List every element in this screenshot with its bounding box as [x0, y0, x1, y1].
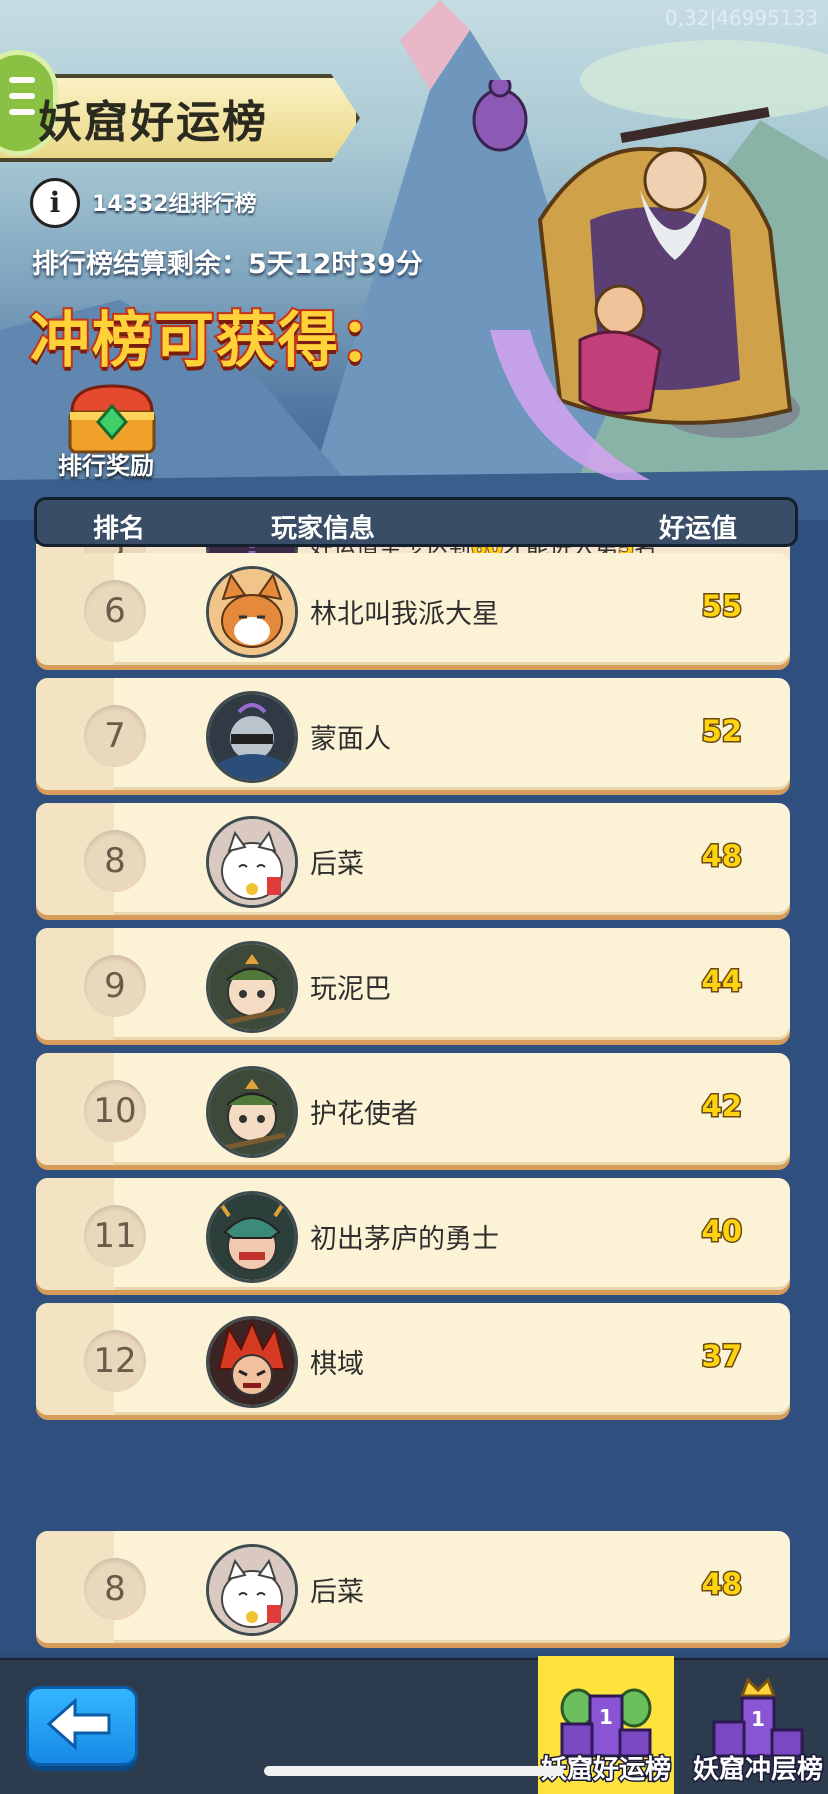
rank-badge: 10 [84, 1080, 146, 1142]
crowned-hero-icon [209, 1069, 295, 1155]
svg-text:1: 1 [751, 1707, 765, 1731]
dragon-helm-icon [209, 1194, 295, 1280]
countdown-text: 排行榜结算剩余：5天12时39分 [32, 249, 423, 280]
rank-badge: 11 [84, 1205, 146, 1267]
tab-label: 妖窟冲层榜 [691, 1754, 824, 1787]
rank-badge: 12 [84, 1330, 146, 1392]
corgi-icon [209, 569, 295, 655]
crowned-hero-icon [209, 944, 295, 1030]
ranking-row[interactable]: 6 林北叫我派大星 55 [36, 553, 790, 665]
ranking-row[interactable]: 11 初出茅庐的勇士 40 [36, 1178, 790, 1290]
lucky-cat-avatar[interactable] [206, 816, 298, 908]
menu-icon-line [9, 109, 35, 115]
rank-column-header: 排名 [93, 514, 146, 544]
ranking-row[interactable]: 12 棋域 37 [36, 1303, 790, 1415]
masked-warrior-icon [209, 694, 295, 780]
player-name: 林北叫我派大星 [310, 599, 499, 630]
ranking-row[interactable]: 8 后菜 48 [36, 803, 790, 915]
menu-icon [9, 77, 35, 83]
event-banner: 0,32|46995133 妖窟好运榜 i 14332组排行榜 排行榜结算剩余：… [0, 0, 828, 520]
my-rank-row[interactable]: 8 后菜 48 [36, 1531, 790, 1643]
player-luck-score: 40 [700, 1213, 743, 1250]
ranking-row[interactable]: 9 玩泥巴 44 [36, 928, 790, 1040]
group-label: 14332组排行榜 [92, 192, 257, 217]
page-title: 妖窟好运榜 [38, 97, 268, 148]
luck-column-header: 好运值 [659, 514, 738, 544]
player-name: 棋域 [310, 1349, 364, 1380]
player-name: 玩泥巴 [310, 974, 391, 1005]
rank-badge: 7 [84, 705, 146, 767]
info-icon[interactable]: i [30, 178, 80, 228]
back-arrow-icon [46, 1697, 111, 1751]
player-luck-score: 37 [700, 1338, 743, 1375]
crowned-hero-avatar[interactable] [206, 1066, 298, 1158]
crowned-hero-avatar[interactable] [206, 941, 298, 1033]
player-name: 后菜 [310, 849, 364, 880]
ranking-row[interactable]: 10 护花使者 42 [36, 1053, 790, 1165]
lucky-cat-icon [209, 819, 295, 905]
menu-icon-line [9, 93, 35, 99]
debug-overlay: 0,32|46995133 [664, 6, 818, 30]
player-luck-score: 48 [700, 838, 743, 875]
lucky-cat-icon [209, 1547, 295, 1633]
fire-demon-avatar[interactable] [206, 1316, 298, 1408]
player-name: 初出茅庐的勇士 [310, 1224, 499, 1255]
player-luck-score: 44 [700, 963, 743, 1000]
rank-badge: 6 [84, 580, 146, 642]
player-luck-score: 52 [700, 713, 743, 750]
tab-floor-ranking[interactable]: 1 妖窟冲层榜 [690, 1656, 826, 1794]
masked-warrior-avatar[interactable] [206, 691, 298, 783]
rank-badge: 9 [84, 955, 146, 1017]
player-name: 护花使者 [310, 1099, 418, 1130]
player-column-header: 玩家信息 [271, 514, 376, 544]
player-name: 后菜 [310, 1577, 364, 1608]
rank-badge: 8 [84, 830, 146, 892]
ranking-row[interactable]: 7 蒙面人 52 [36, 678, 790, 790]
dragon-helm-avatar[interactable] [206, 1191, 298, 1283]
lucky-cat-avatar[interactable] [206, 1544, 298, 1636]
cta-heading: 冲榜可获得： [28, 304, 402, 378]
svg-text:1: 1 [599, 1705, 613, 1729]
player-luck-score: 42 [700, 1088, 743, 1125]
back-button[interactable] [26, 1686, 138, 1766]
player-name: 蒙面人 [310, 724, 391, 755]
immortal-character-illustration [472, 80, 800, 480]
reward-label: 排行奖励 [58, 452, 154, 480]
ranking-table-header: 排名 玩家信息 好运值 [34, 497, 798, 547]
rank-badge: 8 [84, 1558, 146, 1620]
player-luck-score: 55 [700, 588, 743, 625]
player-luck-score: 48 [700, 1566, 743, 1603]
corgi-avatar[interactable] [206, 566, 298, 658]
home-indicator[interactable] [264, 1766, 564, 1776]
fire-demon-icon [209, 1319, 295, 1405]
ranking-scroll-list[interactable]: 5 ! 好运值至少达到60才能进入第5名 6林北叫我派大星557蒙面人528后菜… [0, 544, 828, 1530]
